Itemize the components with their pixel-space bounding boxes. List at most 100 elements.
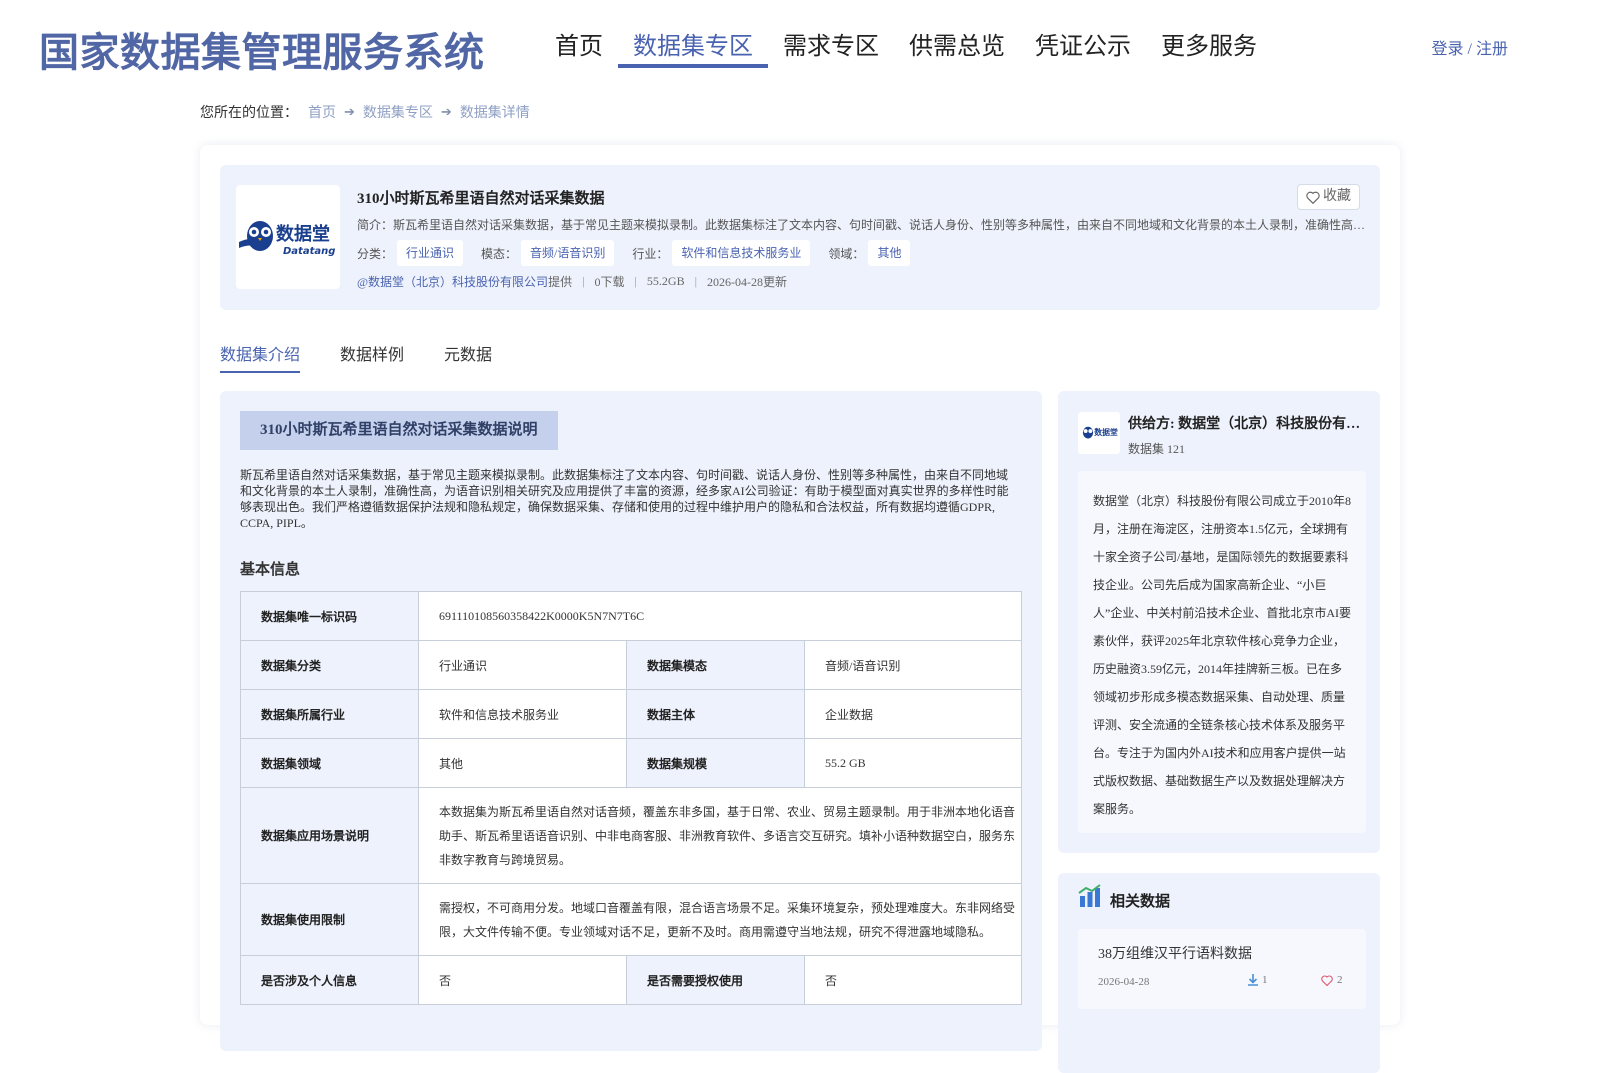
- nav-datasets[interactable]: 数据集专区: [618, 28, 768, 68]
- bar-chart-icon: [1078, 884, 1101, 907]
- nav-demands[interactable]: 需求专区: [768, 28, 894, 68]
- table-value: 需授权，不可商用分发。地域口音覆盖有限，混合语言场景不足。采集环境复杂，预处理难…: [418, 883, 1022, 956]
- table-value: 691110108560358422K0000K5N7N7T6C: [418, 591, 1022, 641]
- table-row: 是否涉及个人信息 否 是否需要授权使用 否: [240, 955, 1022, 1005]
- svg-text:数据堂: 数据堂: [276, 223, 330, 245]
- tab-samples[interactable]: 数据样例: [340, 341, 404, 373]
- related-data-card: 相关数据 38万组维汉平行语料数据 2026-04-28 1 2: [1058, 873, 1380, 1073]
- table-key: 是否涉及个人信息: [240, 955, 419, 1005]
- download-number: 1: [1262, 974, 1268, 986]
- table-key: 数据集所属行业: [240, 689, 419, 739]
- table-value: 行业通识: [418, 640, 627, 690]
- provider-card: 数据堂 供给方: 数据堂（北京）科技股份有限公司 数据集 121 数据堂（北京）…: [1058, 391, 1380, 853]
- main-nav: 首页 数据集专区 需求专区 供需总览 凭证公示 更多服务: [540, 28, 1272, 68]
- breadcrumb-prefix: 您所在的位置：: [200, 106, 298, 121]
- table-row: 数据集唯一标识码 691110108560358422K0000K5N7N7T6…: [240, 591, 1022, 641]
- arrow-right-icon: ➔: [344, 104, 355, 119]
- favorite-label: 收藏: [1323, 189, 1351, 204]
- industry-tag[interactable]: 软件和信息技术服务业: [672, 240, 811, 266]
- basic-info-title: 基本信息: [240, 562, 301, 578]
- domain-tag[interactable]: 其他: [868, 240, 911, 266]
- dataset-header: 数据堂 Datatang 310小时斯瓦希里语自然对话采集数据 收藏 简介：斯瓦…: [220, 165, 1380, 310]
- favorite-button[interactable]: 收藏: [1297, 184, 1360, 210]
- table-row: 数据集应用场景说明 本数据集为斯瓦希里语自然对话音频，覆盖东非多国，基于日常、农…: [240, 787, 1022, 884]
- related-item-downloads: 1: [1248, 974, 1268, 986]
- download-count: 0下载: [594, 275, 625, 289]
- table-key: 是否需要授权使用: [626, 955, 805, 1005]
- download-icon: [1248, 974, 1258, 986]
- svg-text:Datatang: Datatang: [283, 246, 335, 257]
- category-tag[interactable]: 行业通识: [397, 240, 464, 266]
- main-card: 数据堂 Datatang 310小时斯瓦希里语自然对话采集数据 收藏 简介：斯瓦…: [200, 145, 1400, 1073]
- provider-name[interactable]: 供给方: 数据堂（北京）科技股份有限公司: [1128, 413, 1363, 433]
- divider: |: [694, 274, 697, 288]
- table-value: 企业数据: [804, 689, 1022, 739]
- table-row: 数据集使用限制 需授权，不可商用分发。地域口音覆盖有限，混合语言场景不足。采集环…: [240, 883, 1022, 956]
- divider: |: [634, 274, 637, 288]
- table-value: 否: [804, 955, 1022, 1005]
- header: 国家数据集管理服务系统 首页 数据集专区 需求专区 供需总览 凭证公示 更多服务…: [0, 0, 1600, 90]
- table-value: 55.2 GB: [804, 738, 1022, 788]
- breadcrumb-home[interactable]: 首页: [308, 102, 336, 122]
- table-key: 数据集领域: [240, 738, 419, 788]
- related-data-item[interactable]: 38万组维汉平行语料数据 2026-04-28 1 2: [1078, 929, 1366, 1009]
- table-value: 软件和信息技术服务业: [418, 689, 627, 739]
- provider-dataset-count: 数据集 121: [1128, 442, 1186, 456]
- arrow-right-icon: ➔: [440, 104, 452, 119]
- provider-description: 数据堂（北京）科技股份有限公司成立于2010年8月，注册在海淀区，注册资本1.5…: [1078, 471, 1366, 833]
- svg-text:数据堂: 数据堂: [1094, 427, 1118, 437]
- table-key: 数据集模态: [626, 640, 805, 690]
- nav-certificates[interactable]: 凭证公示: [1020, 28, 1146, 68]
- modality-tag[interactable]: 音频/语音识别: [521, 240, 615, 266]
- related-item-date: 2026-04-28: [1098, 976, 1150, 988]
- table-key: 数据集应用场景说明: [240, 787, 419, 884]
- table-key: 数据集唯一标识码: [240, 591, 419, 641]
- dataset-title: 310小时斯瓦希里语自然对话采集数据: [357, 191, 605, 207]
- dataset-size: 55.2GB: [646, 274, 685, 288]
- provider-link[interactable]: @数据堂（北京）科技股份有限公司: [357, 273, 548, 290]
- nav-more-services[interactable]: 更多服务: [1146, 28, 1272, 68]
- provider-logo-small[interactable]: 数据堂: [1078, 412, 1120, 454]
- section-title: 310小时斯瓦希里语自然对话采集数据说明: [240, 411, 558, 450]
- intro-text: 斯瓦希里语自然对话采集数据，基于常见主题来模拟录制。此数据集标注了文本内容、句时…: [240, 468, 1009, 530]
- provider-suffix: 提供: [548, 275, 573, 289]
- tab-metadata[interactable]: 元数据: [444, 341, 492, 373]
- domain-label: 领域：: [828, 246, 865, 261]
- table-row: 数据集分类 行业通识 数据集模态 音频/语音识别: [240, 640, 1022, 690]
- datatang-logo-icon: 数据堂: [1082, 426, 1118, 439]
- table-value: 音频/语音识别: [804, 640, 1022, 690]
- breadcrumb-datasets[interactable]: 数据集专区: [363, 102, 433, 122]
- related-data-title: 相关数据: [1110, 894, 1171, 910]
- nav-overview[interactable]: 供需总览: [894, 28, 1020, 68]
- table-key: 数据主体: [626, 689, 805, 739]
- related-item-likes: 2: [1321, 974, 1343, 986]
- nav-home[interactable]: 首页: [540, 28, 618, 68]
- like-number: 2: [1337, 974, 1343, 986]
- table-key: 数据集使用限制: [240, 883, 419, 956]
- datatang-logo-icon: 数据堂 Datatang: [239, 221, 335, 257]
- heart-icon: [1321, 974, 1333, 986]
- basic-info-table: 数据集唯一标识码 691110108560358422K0000K5N7N7T6…: [240, 591, 1022, 1005]
- divider: |: [582, 274, 585, 288]
- breadcrumb-detail[interactable]: 数据集详情: [460, 102, 530, 122]
- table-row: 数据集领域 其他 数据集规模 55.2 GB: [240, 738, 1022, 788]
- dataset-summary: 简介：斯瓦希里语自然对话采集数据，基于常见主题来模拟录制。此数据集标注了文本内容…: [357, 218, 1367, 232]
- table-key: 数据集规模: [626, 738, 805, 788]
- heart-icon: [1306, 191, 1320, 204]
- table-value: 本数据集为斯瓦希里语自然对话音频，覆盖东非多国，基于日常、农业、贸易主题录制。用…: [418, 787, 1022, 884]
- table-value: 否: [418, 955, 627, 1005]
- tab-introduction[interactable]: 数据集介绍: [220, 341, 301, 373]
- login-register-link[interactable]: 登录 / 注册: [1432, 35, 1508, 59]
- provider-logo: 数据堂 Datatang: [236, 185, 340, 289]
- table-row: 数据集所属行业 软件和信息技术服务业 数据主体 企业数据: [240, 689, 1022, 739]
- industry-label: 行业：: [632, 246, 669, 261]
- related-item-title[interactable]: 38万组维汉平行语料数据: [1098, 943, 1252, 963]
- modality-label: 模态：: [481, 246, 518, 261]
- detail-tabs: 数据集介绍 数据样例 元数据: [220, 341, 532, 373]
- update-date: 2026-04-28更新: [706, 275, 787, 289]
- dataset-tags: 分类： 行业通识 模态： 音频/语音识别 行业： 软件和信息技术服务业 领域： …: [357, 240, 928, 266]
- introduction-panel: 310小时斯瓦希里语自然对话采集数据说明 斯瓦希里语自然对话采集数据，基于常见主…: [220, 391, 1042, 1051]
- site-title[interactable]: 国家数据集管理服务系统: [39, 20, 485, 78]
- table-key: 数据集分类: [240, 640, 419, 690]
- table-value: 其他: [418, 738, 627, 788]
